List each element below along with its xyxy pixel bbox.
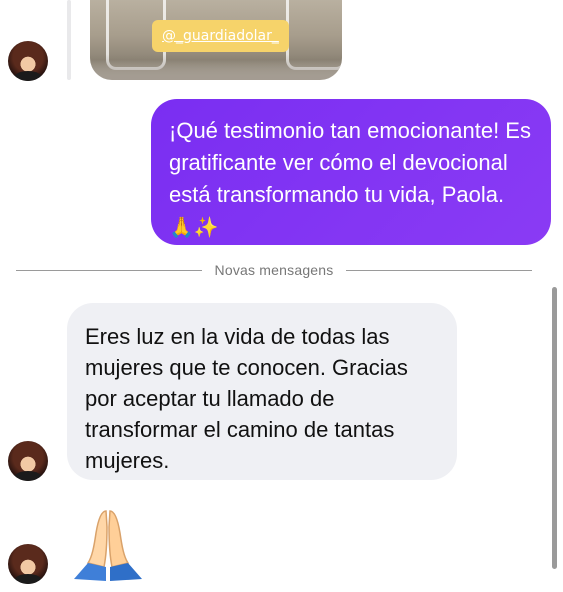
story-reply-preview[interactable]: @_guardiadolar_ [90,0,342,80]
separator-rule-right [346,269,533,271]
avatar[interactable] [8,544,48,584]
outgoing-message-bubble[interactable]: ¡Qué testimonio tan emocionante! Es grat… [151,99,551,245]
avatar[interactable] [8,441,48,481]
reply-thread-line [67,0,71,80]
scrollbar[interactable] [552,287,557,569]
incoming-message-bubble[interactable]: Eres luz en la vida de todas las mujeres… [67,303,457,480]
praying-hands-emoji[interactable] [68,505,148,585]
new-messages-separator: Novas mensagens [16,260,533,280]
separator-rule-left [16,269,202,271]
praying-hands-icon [74,510,142,581]
story-mention-tag[interactable]: @_guardiadolar_ [152,20,289,52]
new-messages-label: Novas mensagens [214,262,334,278]
incoming-message-text: Eres luz en la vida de todas las mujeres… [85,324,408,473]
prayer-sparkle-emoji: 🙏✨ [169,215,219,239]
avatar[interactable] [8,41,48,81]
story-shadow [90,54,342,80]
outgoing-message-text: ¡Qué testimonio tan emocionante! Es grat… [169,118,531,207]
